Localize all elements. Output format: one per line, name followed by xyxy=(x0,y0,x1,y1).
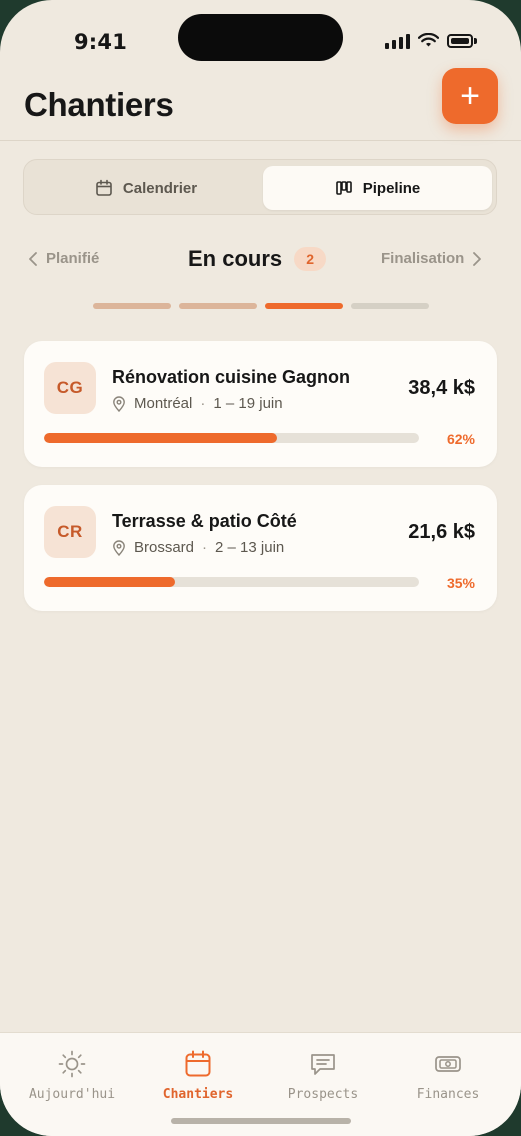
stage-indicator xyxy=(93,303,429,309)
money-icon xyxy=(435,1056,461,1072)
stage-prev-button[interactable]: Planifié xyxy=(28,250,99,267)
project-card[interactable]: CG Rénovation cuisine Gagnon Montréal · … xyxy=(24,341,497,467)
tab-today-label: Aujourd'hui xyxy=(28,1087,116,1102)
progress-percent: 62% xyxy=(446,431,475,447)
pipeline-label: Pipeline xyxy=(362,179,421,197)
wifi-icon xyxy=(418,33,439,47)
stage-count-badge: 2 xyxy=(294,247,327,271)
calendar-icon xyxy=(185,1050,211,1077)
tab-chantiers-label: Chantiers xyxy=(162,1087,234,1102)
message-icon xyxy=(311,1054,335,1075)
progress-percent: 35% xyxy=(446,575,475,591)
project-dates: 2 – 13 juin xyxy=(215,539,285,556)
project-amount: 21,6 k$ xyxy=(408,521,475,543)
project-card[interactable]: CR Terrasse & patio Côté Brossard · 2 – … xyxy=(24,485,497,611)
project-amount: 38,4 k$ xyxy=(408,377,475,399)
calendar-icon xyxy=(96,179,112,196)
stage-dot[interactable] xyxy=(93,303,171,309)
project-meta: Brossard · 2 – 13 juin xyxy=(112,539,284,556)
kanban-icon xyxy=(335,181,352,195)
project-meta: Montréal · 1 – 19 juin xyxy=(112,395,283,412)
project-city: Montréal xyxy=(134,395,193,412)
add-project-button[interactable]: + xyxy=(442,68,498,124)
location-pin-icon xyxy=(113,395,125,412)
tab-chantiers[interactable]: Chantiers xyxy=(133,1049,263,1102)
stage-dot[interactable] xyxy=(351,303,429,309)
stage-current-label: En cours xyxy=(188,246,283,271)
home-indicator xyxy=(171,1118,351,1124)
chevron-right-icon xyxy=(473,251,482,266)
stage-current: En cours 2 xyxy=(188,246,327,272)
stage-next-button[interactable]: Finalisation xyxy=(381,250,482,267)
project-title: Terrasse & patio Côté xyxy=(112,511,297,531)
tab-prospects[interactable]: Prospects xyxy=(258,1049,388,1102)
meta-separator: · xyxy=(200,395,206,412)
stage-prev-label: Planifié xyxy=(46,250,100,267)
battery-icon xyxy=(447,34,477,48)
progress-bar xyxy=(44,577,419,587)
sun-icon xyxy=(58,1050,86,1078)
progress-fill xyxy=(44,577,176,587)
stage-dot[interactable] xyxy=(265,303,343,309)
tab-pipeline-view[interactable]: Pipeline xyxy=(263,166,492,210)
tab-finances[interactable]: Finances xyxy=(383,1049,513,1102)
tab-prospects-label: Prospects xyxy=(287,1087,359,1102)
stage-dot[interactable] xyxy=(179,303,257,309)
tab-finances-label: Finances xyxy=(416,1087,480,1102)
view-toggle: Calendrier Pipeline xyxy=(23,159,497,215)
project-city: Brossard xyxy=(134,539,195,556)
project-title: Rénovation cuisine Gagnon xyxy=(112,367,351,387)
progress-bar xyxy=(44,433,419,443)
progress-fill xyxy=(44,433,277,443)
project-avatar: CG xyxy=(44,362,96,414)
signal-icon xyxy=(385,33,410,49)
dynamic-island xyxy=(178,14,343,61)
calendar-label: Calendrier xyxy=(122,179,198,197)
plus-icon: + xyxy=(460,77,480,115)
chevron-left-icon xyxy=(29,251,37,266)
project-avatar: CR xyxy=(44,506,96,558)
page-title: Chantiers xyxy=(24,86,174,123)
phone-screen: 9:41 Chantiers + Calendrier Pipeline Pla… xyxy=(0,0,521,1136)
header-divider xyxy=(0,140,521,141)
meta-separator: · xyxy=(202,539,208,556)
tab-calendar-view[interactable]: Calendrier xyxy=(30,166,262,210)
stage-next-label: Finalisation xyxy=(381,250,465,267)
status-icons xyxy=(385,33,477,49)
status-time: 9:41 xyxy=(74,30,128,54)
tab-today[interactable]: Aujourd'hui xyxy=(7,1049,137,1102)
location-pin-icon xyxy=(113,539,125,556)
project-dates: 1 – 19 juin xyxy=(213,395,283,412)
